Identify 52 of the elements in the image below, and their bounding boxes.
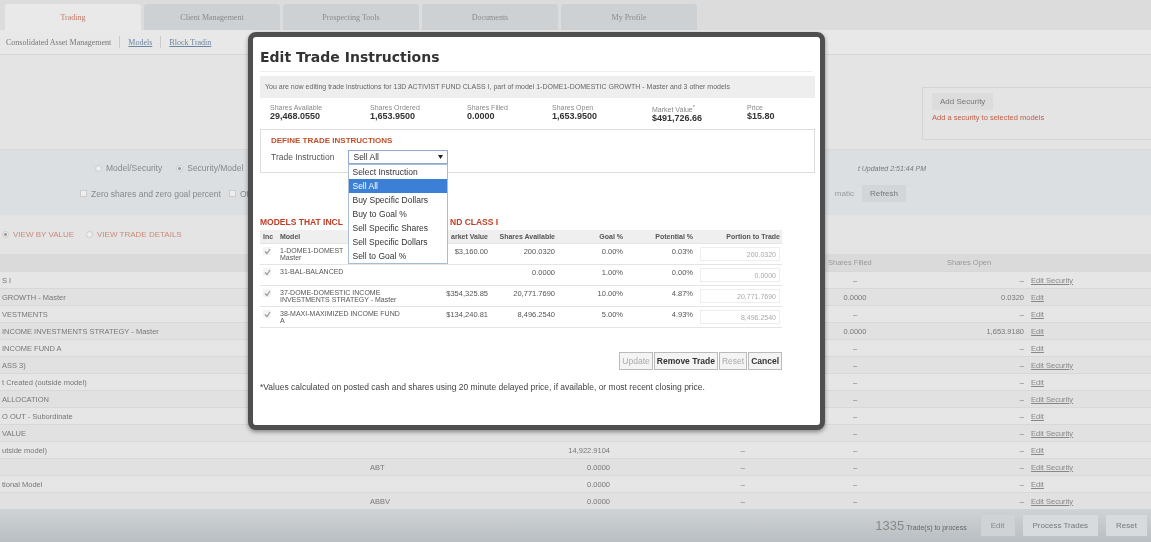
checkbox[interactable] [263, 310, 271, 319]
subnav-link[interactable]: Block Tradin [169, 37, 212, 47]
stat-value: $15.80 [747, 111, 775, 121]
nav-tab[interactable]: Prospecting Tools [283, 4, 419, 30]
trade-count: 1335 [875, 518, 905, 533]
checkbox[interactable] [263, 289, 271, 298]
stat-value: 1,653.9500 [552, 111, 598, 121]
dialog-button[interactable]: Remove Trade [653, 352, 718, 371]
radio-label: Security/Model [187, 163, 244, 173]
view-mode-label: VIEW TRADE DETAILS [97, 230, 182, 239]
checkbox-label: Zero shares and zero goal percent [91, 188, 221, 199]
dropdown-option[interactable]: Sell Specific Shares [349, 221, 448, 236]
section-heading: ND CLASS I [450, 217, 499, 228]
dialog-button[interactable]: Cancel [748, 352, 782, 371]
dropdown-option[interactable]: Sell Specific Dollars [349, 235, 448, 250]
radio-button[interactable] [86, 231, 94, 238]
dropdown-option[interactable]: Buy to Goal % [349, 207, 448, 222]
stat-value: 29,468.0550 [270, 111, 321, 121]
caret-icon [438, 155, 444, 160]
add-security-button[interactable]: Add Security [932, 93, 994, 110]
footer-button[interactable]: Process Trades [1022, 515, 1099, 536]
stat-value: $491,726.66 [652, 113, 703, 124]
nav-tab[interactable]: Trading [5, 4, 141, 30]
dialog-title: Edit Trade Instructions [260, 49, 812, 72]
refresh-button[interactable]: Refresh [862, 185, 906, 202]
dropdown-option[interactable]: Sell All [349, 179, 448, 194]
section-heading: MODELS THAT INCL [260, 217, 343, 228]
section-heading: DEFINE TRADE INSTRUCTIONS [271, 136, 393, 146]
radio-label: Model/Security [106, 163, 163, 173]
refresh-mode-label: matic [834, 189, 854, 198]
radio-button[interactable] [2, 231, 9, 238]
subnav-link[interactable]: Models [128, 37, 153, 47]
instruction-dropdown[interactable]: Sell All [348, 150, 449, 165]
nav-tab[interactable]: Client Management [144, 4, 280, 30]
radio-button[interactable] [95, 164, 102, 172]
checkbox[interactable] [228, 190, 236, 197]
stat-value: 1,653.9500 [370, 111, 416, 121]
view-mode-label: VIEW BY VALUE [13, 230, 75, 239]
dropdown-option[interactable]: Select Instruction [349, 165, 448, 180]
nav-tab[interactable]: Documents [422, 4, 558, 30]
checkbox[interactable] [263, 247, 271, 256]
footer-button[interactable]: Reset [1106, 515, 1147, 536]
stat-value: 0.0000 [467, 111, 495, 121]
checkbox[interactable] [80, 190, 87, 197]
footnote-text: *Values calculated on posted cash and shares using 20 minute delayed price, if available, or most recent closing price. [260, 382, 706, 393]
radio-button[interactable] [176, 164, 184, 172]
subnav-item[interactable]: Consolidated Asset Management [6, 37, 112, 47]
dropdown-option[interactable]: Sell to Goal % [349, 249, 448, 264]
dropdown-option[interactable]: Buy Specific Dollars [349, 193, 448, 208]
checkbox[interactable] [263, 268, 271, 277]
field-label: Trade Instruction [271, 152, 335, 163]
checkbox-label: Ot [239, 188, 249, 199]
